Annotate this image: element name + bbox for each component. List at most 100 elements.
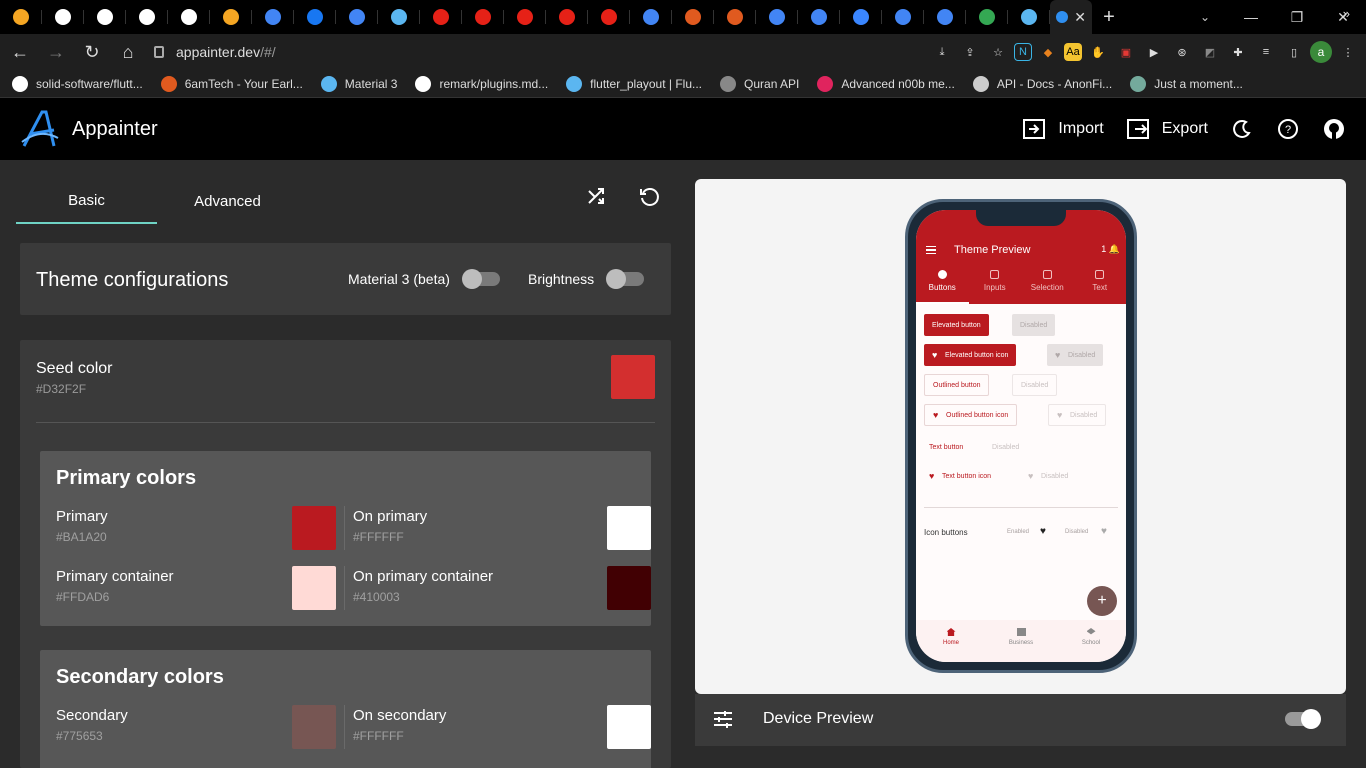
help-icon[interactable]: ? <box>1276 117 1300 141</box>
dark-mode-icon[interactable] <box>1230 117 1254 141</box>
export-button[interactable]: Export <box>1126 117 1208 141</box>
stop-hand-icon[interactable]: ✋ <box>1086 40 1110 64</box>
browser-tab[interactable] <box>630 0 672 34</box>
profile-avatar[interactable]: a <box>1310 41 1332 63</box>
bookmark-item[interactable]: API - Docs - AnonFi... <box>972 75 1112 92</box>
media-control-icon[interactable]: ≡ <box>1254 40 1278 64</box>
import-button[interactable]: Import <box>1022 117 1104 141</box>
bookmark-item[interactable]: solid-software/flutt... <box>12 75 143 92</box>
nav-business[interactable]: Business <box>986 620 1056 662</box>
back-button[interactable]: ← <box>4 36 36 68</box>
preview-tab-selection[interactable]: Selection <box>1021 268 1074 304</box>
youtube-ext-icon[interactable]: ▣ <box>1114 40 1138 64</box>
floating-action-button[interactable]: + <box>1087 586 1117 616</box>
bookmarks-overflow-icon[interactable]: » <box>1343 6 1350 21</box>
browser-tab[interactable] <box>420 0 462 34</box>
preview-tab-inputs[interactable]: Inputs <box>969 268 1022 304</box>
browser-tab[interactable] <box>168 0 210 34</box>
extensions-puzzle-icon[interactable]: ✚ <box>1226 40 1250 64</box>
video-ext-icon[interactable]: ▶ <box>1142 40 1166 64</box>
browser-tab[interactable] <box>546 0 588 34</box>
outlined-button[interactable]: Outlined button <box>924 374 990 396</box>
openai-ext-icon[interactable]: ⊛ <box>1170 40 1194 64</box>
minimize-button[interactable]: — <box>1228 0 1274 34</box>
install-icon[interactable]: ⤓ <box>930 40 954 64</box>
bookmark-item[interactable]: 6amTech - Your Earl... <box>160 75 303 92</box>
reset-icon[interactable] <box>638 186 660 213</box>
github-icon[interactable] <box>1322 117 1346 141</box>
bookmark-item[interactable]: flutter_playout | Flu... <box>566 75 702 92</box>
reload-button[interactable]: ↻ <box>76 36 108 68</box>
favorite-icon-button[interactable]: ♥ <box>1040 526 1046 537</box>
browser-tab[interactable] <box>504 0 546 34</box>
bookmark-item[interactable]: Advanced n00b me... <box>817 75 955 92</box>
browser-tab[interactable] <box>672 0 714 34</box>
notification-icon[interactable]: 1 🔔 <box>1101 244 1120 255</box>
bookmark-item[interactable]: Quran API <box>720 75 799 92</box>
elevated-button-icon[interactable]: ♥ Elevated button icon <box>924 344 1017 366</box>
browser-tab[interactable] <box>756 0 798 34</box>
preview-tab-buttons[interactable]: Buttons <box>916 268 969 304</box>
bookmark-item[interactable]: remark/plugins.md... <box>415 75 548 92</box>
elevated-button-icon-disabled: ♥ Disabled <box>1047 344 1104 366</box>
color-swatch[interactable] <box>607 705 651 749</box>
bookmark-item[interactable]: Material 3 <box>320 75 397 92</box>
browser-menu-icon[interactable]: ⋮ <box>1336 40 1360 64</box>
browser-tab[interactable] <box>42 0 84 34</box>
browser-tab[interactable] <box>840 0 882 34</box>
browser-tab[interactable] <box>1008 0 1050 34</box>
share-icon[interactable]: ⇪ <box>958 40 982 64</box>
color-swatch[interactable] <box>292 566 336 610</box>
color-swatch[interactable] <box>292 705 336 749</box>
browser-tab[interactable] <box>0 0 42 34</box>
screenshot-ext-icon[interactable]: ◩ <box>1198 40 1222 64</box>
text-button[interactable]: Text button <box>921 436 971 458</box>
color-swatch[interactable] <box>292 506 336 550</box>
device-preview-toggle[interactable] <box>1285 709 1321 729</box>
browser-tab[interactable] <box>126 0 168 34</box>
browser-tab[interactable] <box>588 0 630 34</box>
side-panel-icon[interactable]: ▯ <box>1282 40 1306 64</box>
bookmark-item[interactable]: Just a moment... <box>1130 75 1243 92</box>
browser-tab[interactable] <box>294 0 336 34</box>
metamask-icon[interactable]: ◆ <box>1036 40 1060 64</box>
menu-icon[interactable] <box>926 246 936 254</box>
browser-tab[interactable] <box>882 0 924 34</box>
browser-tab[interactable] <box>462 0 504 34</box>
tab-search-button[interactable]: ⌄ <box>1193 0 1217 34</box>
browser-tab[interactable] <box>924 0 966 34</box>
elevated-button[interactable]: Elevated button <box>924 314 989 336</box>
browser-tab[interactable] <box>714 0 756 34</box>
google-icon <box>349 9 365 25</box>
browser-tab[interactable] <box>210 0 252 34</box>
browser-tab[interactable] <box>966 0 1008 34</box>
nav-home[interactable]: Home <box>916 620 986 662</box>
browser-tab[interactable] <box>84 0 126 34</box>
outlined-button-icon[interactable]: ♥ Outlined button icon <box>924 404 1018 426</box>
extension-n-icon[interactable]: N <box>1014 43 1032 61</box>
browser-tab[interactable] <box>252 0 294 34</box>
brightness-toggle[interactable] <box>606 269 645 289</box>
6amtech-icon <box>727 9 743 25</box>
browser-tab-active[interactable]: ✕ <box>1050 0 1092 34</box>
tab-advanced[interactable]: Advanced <box>157 178 298 224</box>
color-swatch[interactable] <box>607 566 651 610</box>
color-swatch[interactable] <box>607 506 651 550</box>
browser-tab[interactable] <box>378 0 420 34</box>
close-tab-icon[interactable]: ✕ <box>1074 9 1086 26</box>
material3-toggle[interactable] <box>461 269 500 289</box>
maximize-button[interactable]: ❐ <box>1274 0 1320 34</box>
shuffle-icon[interactable] <box>586 186 608 213</box>
preview-tab-text[interactable]: Text <box>1074 268 1127 304</box>
nav-school[interactable]: School <box>1056 620 1126 662</box>
bookmark-star-icon[interactable]: ☆ <box>986 40 1010 64</box>
text-button-icon[interactable]: ♥ Text button icon <box>921 465 999 487</box>
seed-color-swatch[interactable] <box>611 355 655 399</box>
tab-basic[interactable]: Basic <box>16 178 157 224</box>
browser-tab[interactable] <box>798 0 840 34</box>
new-tab-button[interactable]: + <box>1092 0 1126 34</box>
url-field[interactable]: appainter.dev/#/ <box>140 38 840 66</box>
dictionary-icon[interactable]: Aa <box>1064 43 1082 61</box>
browser-tab[interactable] <box>336 0 378 34</box>
forward-button[interactable]: → <box>40 36 72 68</box>
